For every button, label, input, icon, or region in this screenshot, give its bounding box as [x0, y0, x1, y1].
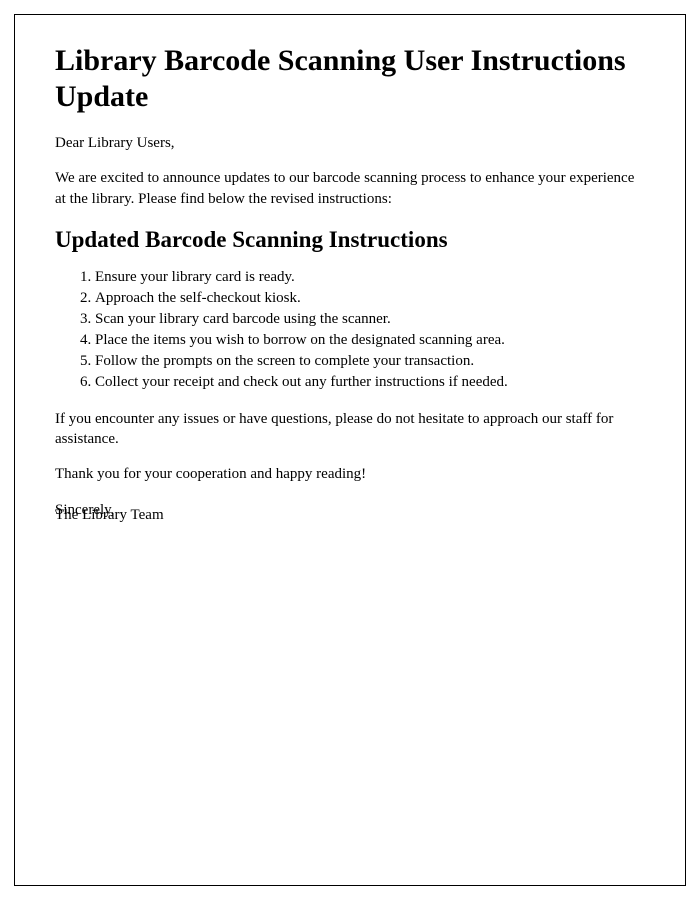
thanks-paragraph: Thank you for your cooperation and happy…	[55, 464, 645, 484]
list-item: Scan your library card barcode using the…	[95, 309, 645, 330]
instructions-list: Ensure your library card is ready. Appro…	[95, 267, 645, 393]
document-title: Library Barcode Scanning User Instructio…	[55, 43, 645, 115]
list-item: Collect your receipt and check out any f…	[95, 372, 645, 393]
document-page: Library Barcode Scanning User Instructio…	[14, 14, 686, 886]
list-item: Ensure your library card is ready.	[95, 267, 645, 288]
assistance-paragraph: If you encounter any issues or have ques…	[55, 409, 645, 450]
team-signature: The Library Team	[55, 505, 645, 525]
salutation: Dear Library Users,	[55, 133, 645, 153]
list-item: Follow the prompts on the screen to comp…	[95, 351, 645, 372]
list-item: Approach the self-checkout kiosk.	[95, 288, 645, 309]
instructions-heading: Updated Barcode Scanning Instructions	[55, 227, 645, 253]
intro-paragraph: We are excited to announce updates to ou…	[55, 168, 645, 209]
list-item: Place the items you wish to borrow on th…	[95, 330, 645, 351]
